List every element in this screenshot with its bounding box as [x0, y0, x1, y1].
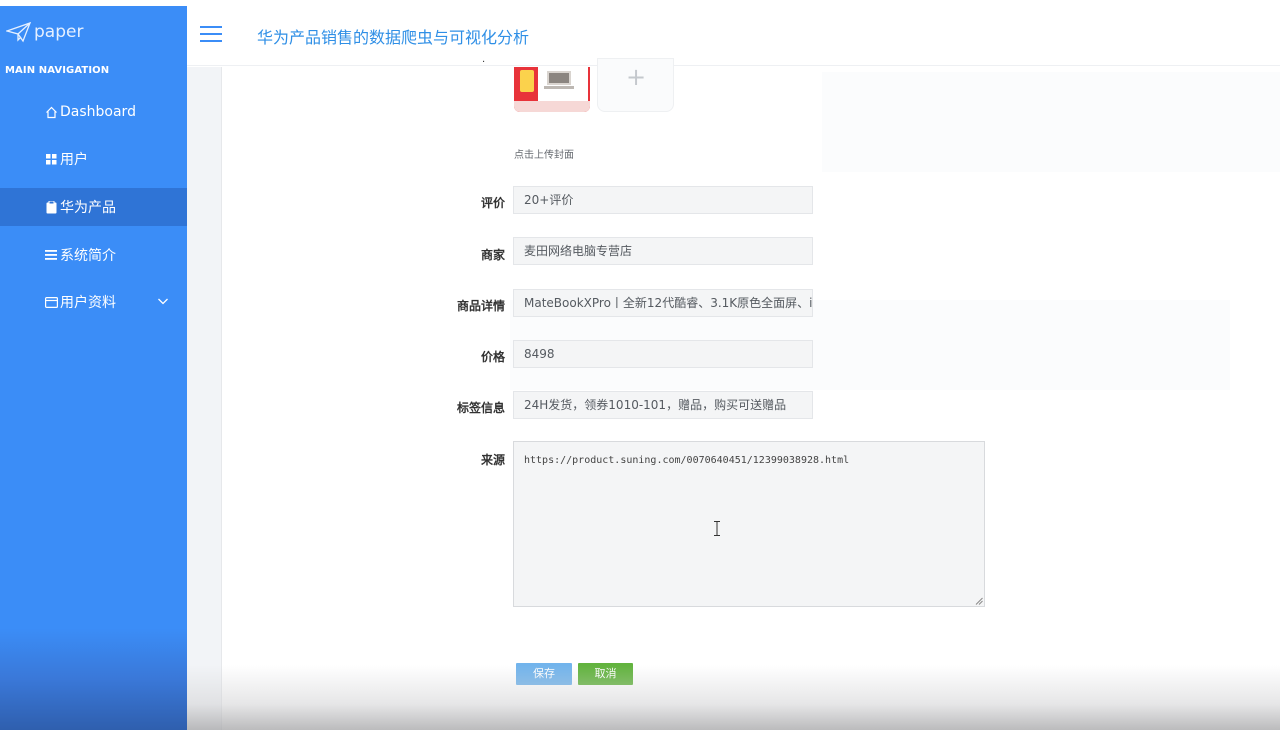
rating-label: 评价	[480, 196, 505, 210]
merchant-label: 商家	[480, 248, 505, 262]
product-detail-label: 商品详情	[456, 299, 505, 313]
logo-text: paper	[34, 22, 84, 42]
cancel-button[interactable]: 取消	[578, 663, 633, 685]
hamburger-icon[interactable]	[200, 26, 222, 44]
sidebar-item-dashboard[interactable]: Dashboard	[0, 93, 187, 131]
background-panel	[822, 72, 1280, 172]
upload-cover-button[interactable]: +	[597, 58, 674, 112]
rating-input[interactable]: 20+评价	[513, 186, 813, 214]
sidebar-item-huawei-products[interactable]: 华为产品	[0, 188, 216, 226]
sidebar-item-label: 华为产品	[60, 200, 116, 216]
content-gutter	[187, 67, 222, 730]
sidebar: paper MAIN NAVIGATION Dashboard 用户 华为产品 …	[0, 6, 216, 730]
page-title: 华为产品销售的数据爬虫与可视化分析	[257, 28, 530, 47]
text-cursor-icon	[714, 521, 720, 536]
list-icon	[44, 248, 58, 262]
save-button[interactable]: 保存	[516, 663, 572, 685]
merchant-input[interactable]: 麦田网络电脑专营店	[513, 237, 813, 265]
tags-label: 标签信息	[456, 401, 505, 415]
profile-card-icon	[44, 295, 58, 309]
cover-label-fragment: ·	[482, 57, 486, 68]
price-input[interactable]: 8498	[513, 340, 813, 368]
sidebar-item-label: 用户资料	[60, 295, 116, 311]
source-textarea[interactable]: https://product.suning.com/0070640451/12…	[513, 441, 985, 607]
price-label: 价格	[480, 350, 505, 364]
sidebar-item-label: Dashboard	[60, 104, 136, 120]
sidebar-item-users[interactable]: 用户	[0, 140, 187, 178]
sidebar-item-label: 系统简介	[60, 248, 116, 264]
resize-grip-icon[interactable]	[975, 597, 983, 605]
grid-icon	[44, 152, 58, 166]
home-icon	[44, 105, 58, 119]
chevron-down-icon	[158, 298, 168, 305]
clipboard-icon	[44, 200, 58, 214]
sidebar-item-label: 用户	[60, 152, 88, 168]
cover-thumbnail[interactable]	[514, 67, 590, 112]
sidebar-item-user-profile[interactable]: 用户资料	[0, 283, 187, 321]
paper-plane-icon	[6, 21, 32, 43]
product-detail-input[interactable]: MateBookXPro丨全新12代酷睿、3.1K原色全面屏、i	[513, 289, 813, 317]
source-label: 来源	[480, 453, 505, 467]
sidebar-item-system-intro[interactable]: 系统简介	[0, 236, 187, 274]
upload-hint: 点击上传封面	[514, 150, 574, 161]
plus-icon: +	[626, 63, 647, 91]
nav-heading: MAIN NAVIGATION	[5, 65, 110, 76]
tags-input[interactable]: 24H发货，领券1010-101，赠品，购买可送赠品	[513, 391, 813, 419]
top-header: 华为产品销售的数据爬虫与可视化分析	[187, 6, 1280, 66]
logo[interactable]: paper	[6, 20, 83, 44]
laptop-image	[547, 71, 571, 85]
